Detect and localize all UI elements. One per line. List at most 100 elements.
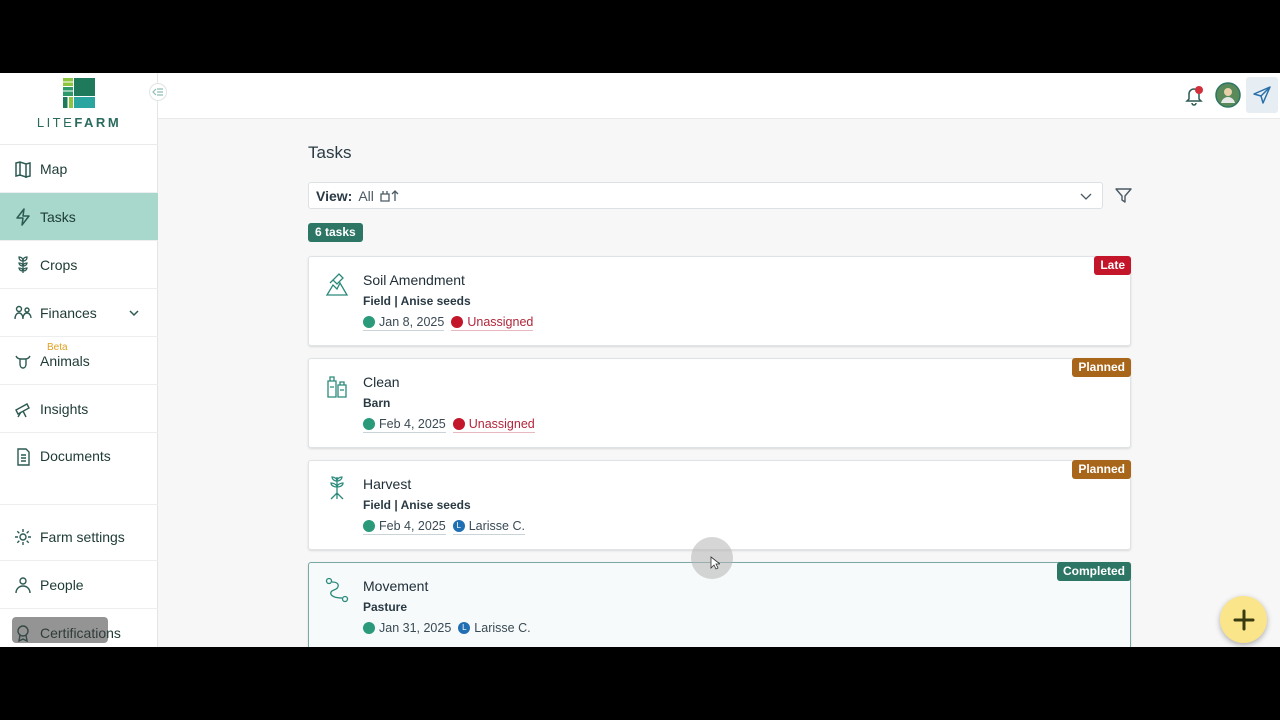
task-assignee[interactable]: Unassigned — [452, 417, 535, 433]
send-icon — [1253, 86, 1271, 104]
sidebar-item-label: Insights — [40, 400, 89, 417]
task-assignee[interactable]: L Larisse C. — [458, 621, 531, 636]
task-assignee[interactable]: Unassigned — [451, 315, 534, 331]
task-meta: Jan 31, 2025 L Larisse C. — [363, 621, 538, 636]
task-title: Harvest — [363, 476, 412, 492]
sidebar-item-label: Map — [40, 160, 68, 177]
sidebar: LITEFARM Map Tasks Crops Finances Beta A… — [0, 73, 158, 647]
soil-amendment-icon — [325, 273, 349, 296]
task-date[interactable]: Feb 4, 2025 — [363, 417, 446, 433]
sidebar-item-label: People — [40, 576, 84, 593]
task-title: Clean — [363, 374, 400, 390]
sidebar-item-documents[interactable]: Documents — [0, 433, 158, 505]
assignee-avatar: L — [452, 520, 465, 532]
task-title: Soil Amendment — [363, 272, 465, 288]
app-frame: LITEFARM Map Tasks Crops Finances Beta A… — [0, 73, 1280, 647]
view-value: All — [358, 187, 374, 204]
collapse-icon — [152, 88, 163, 96]
calendar-icon — [363, 622, 375, 634]
movement-icon — [325, 577, 349, 603]
sidebar-item-animals[interactable]: Beta Animals — [0, 337, 158, 385]
sort-icon — [380, 189, 399, 202]
task-card[interactable]: Clean Barn Feb 4, 2025 Unassigned Planne… — [308, 358, 1131, 448]
task-card[interactable]: Soil Amendment Field | Anise seeds Jan 8… — [308, 256, 1131, 346]
sidebar-item-insights[interactable]: Insights — [0, 385, 158, 433]
status-badge: Late — [1094, 256, 1131, 275]
harvest-icon — [330, 476, 344, 500]
sidebar-item-crops[interactable]: Crops — [0, 241, 158, 289]
sidebar-item-label: Tasks — [40, 208, 76, 225]
animal-icon — [15, 355, 31, 369]
task-count-badge: 6 tasks — [308, 223, 363, 242]
gear-icon — [15, 528, 31, 545]
task-date[interactable]: Feb 4, 2025 — [363, 519, 446, 535]
sidebar-item-label: Crops — [40, 256, 78, 273]
task-meta: Feb 4, 2025 L Larisse C. — [363, 519, 532, 535]
people-icon — [15, 576, 31, 593]
unassigned-icon — [452, 418, 465, 430]
task-card[interactable]: Harvest Field | Anise seeds Feb 4, 2025 … — [308, 460, 1131, 550]
calendar-icon — [363, 316, 375, 328]
task-location: Field | Anise seeds — [363, 294, 471, 308]
task-assignee-text: Larisse C. — [474, 621, 531, 635]
task-meta: Feb 4, 2025 Unassigned — [363, 417, 542, 433]
sidebar-item-finances[interactable]: Finances — [0, 289, 158, 337]
bolt-icon — [16, 207, 30, 226]
view-label: View: — [316, 187, 353, 204]
task-assignee-text: Unassigned — [467, 315, 534, 329]
task-date[interactable]: Jan 31, 2025 — [363, 621, 451, 636]
chevron-down-icon[interactable] — [128, 307, 140, 319]
beta-badge: Beta — [47, 342, 68, 353]
task-assignee-text: Larisse C. — [468, 519, 525, 533]
screen-recorder-overlay — [12, 617, 108, 643]
avatar-icon — [1215, 82, 1241, 108]
task-meta: Jan 8, 2025 Unassigned — [363, 315, 540, 331]
status-badge: Planned — [1072, 460, 1131, 479]
chevron-down-icon — [1080, 193, 1092, 200]
add-task-button[interactable] — [1220, 596, 1267, 643]
telescope-icon — [15, 402, 30, 417]
view-select[interactable]: View: All — [308, 182, 1103, 209]
logo-text: LITEFARM — [36, 115, 122, 130]
filter-icon[interactable] — [1115, 187, 1132, 204]
document-icon — [17, 448, 30, 466]
task-location: Barn — [363, 396, 391, 410]
calendar-icon — [363, 418, 375, 430]
sidebar-item-label: Farm settings — [40, 528, 125, 545]
mouse-cursor-icon — [710, 556, 720, 570]
litefarm-logo[interactable]: LITEFARM — [0, 73, 158, 145]
finance-icon — [14, 305, 32, 319]
sidebar-item-label: Documents — [40, 448, 111, 464]
notification-button[interactable] — [1180, 81, 1208, 109]
task-title: Movement — [363, 578, 429, 594]
logo-mark-icon — [63, 78, 95, 108]
sidebar-item-label: Finances — [40, 304, 97, 321]
status-badge: Planned — [1072, 358, 1131, 377]
task-date-text: Jan 8, 2025 — [379, 315, 445, 329]
task-assignee[interactable]: L Larisse C. — [452, 519, 525, 535]
task-location: Field | Anise seeds — [363, 498, 471, 512]
sidebar-collapse-button[interactable] — [149, 83, 167, 101]
calendar-icon — [363, 520, 375, 532]
unassigned-icon — [451, 316, 464, 328]
task-date-text: Feb 4, 2025 — [379, 417, 446, 431]
crop-icon — [18, 255, 28, 273]
sidebar-item-tasks[interactable]: Tasks — [0, 193, 158, 241]
top-bar — [158, 73, 1280, 119]
avatar[interactable] — [1214, 81, 1242, 109]
sidebar-item-label: Animals — [40, 352, 90, 369]
sidebar-item-map[interactable]: Map — [0, 145, 158, 193]
plus-icon — [1233, 609, 1254, 630]
task-date-text: Feb 4, 2025 — [379, 519, 446, 533]
task-date[interactable]: Jan 8, 2025 — [363, 315, 445, 331]
status-badge: Completed — [1056, 562, 1131, 581]
page-title: Tasks — [308, 143, 352, 162]
sidebar-item-farm-settings[interactable]: Farm settings — [0, 513, 158, 561]
send-feedback-button[interactable] — [1246, 77, 1278, 113]
task-assignee-text: Unassigned — [468, 417, 535, 431]
assignee-avatar: L — [458, 622, 471, 634]
task-date-text: Jan 31, 2025 — [379, 621, 452, 635]
sidebar-item-people[interactable]: People — [0, 561, 158, 609]
map-icon — [15, 160, 31, 178]
bell-icon — [1185, 86, 1203, 106]
